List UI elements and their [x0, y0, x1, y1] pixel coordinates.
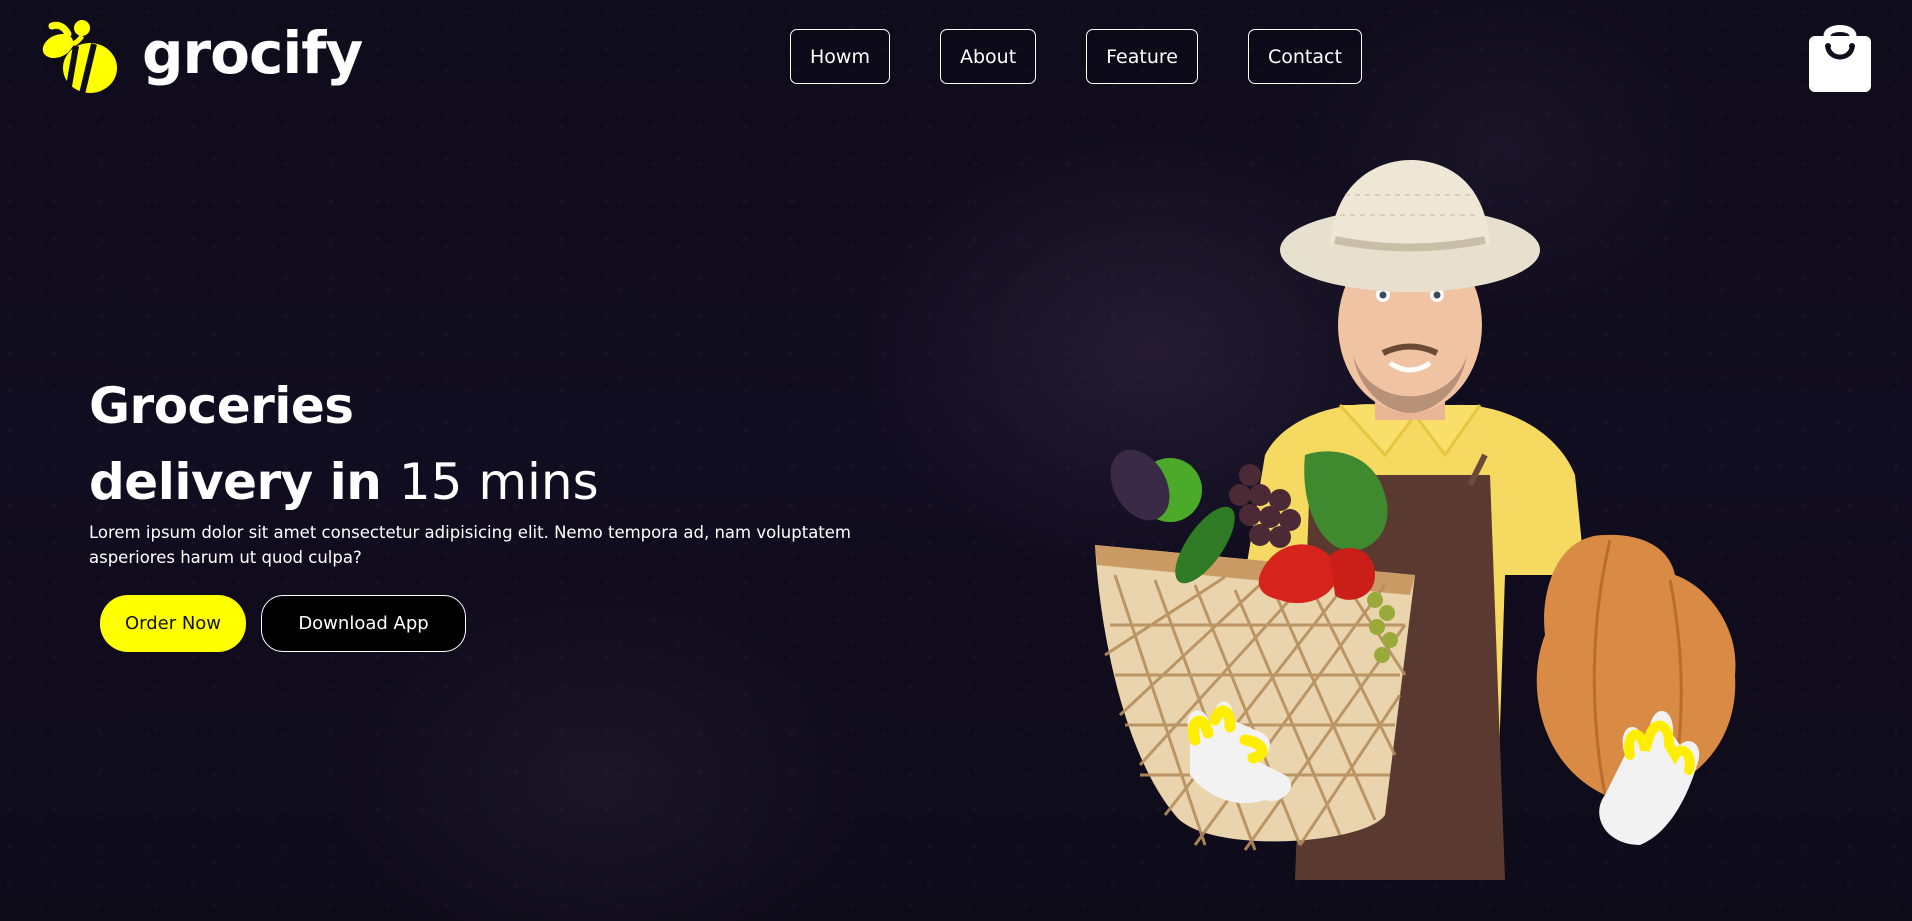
bee-icon: [42, 20, 117, 95]
hero-title-line1: Groceries: [89, 377, 354, 435]
hero-title-line2-light: 15 mins: [398, 453, 599, 511]
nav-link-home[interactable]: Howm: [790, 29, 890, 84]
download-app-button[interactable]: Download App: [261, 595, 466, 652]
landing-page: grocify Howm About Feature Contact Groce…: [0, 0, 1912, 921]
main-nav: Howm About Feature Contact: [790, 29, 1362, 84]
shopping-bag-icon: [1809, 25, 1871, 92]
brand-logo[interactable]: grocify: [38, 16, 363, 96]
hero-title-line2-bold: delivery in: [89, 453, 382, 511]
order-now-button[interactable]: Order Now: [100, 595, 246, 652]
brand-name: grocify: [142, 19, 363, 87]
farmer-image: [1095, 160, 1736, 880]
hero-description: Lorem ipsum dolor sit amet consectetur a…: [89, 523, 851, 567]
nav-link-contact[interactable]: Contact: [1247, 29, 1362, 84]
nav-link-feature[interactable]: Feature: [1086, 29, 1198, 84]
cart-button[interactable]: [1807, 18, 1873, 94]
hero-title: Groceries delivery in 15 mins: [89, 368, 599, 520]
nav-link-about[interactable]: About: [939, 29, 1037, 84]
